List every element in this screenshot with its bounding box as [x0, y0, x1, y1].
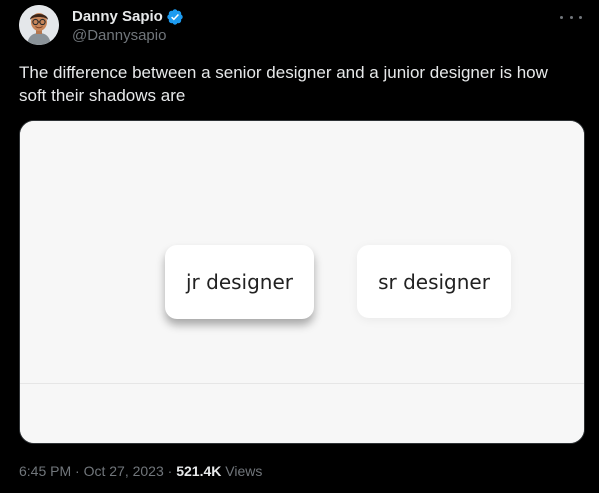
tweet-time[interactable]: 6:45 PM: [19, 463, 71, 479]
tweet-header: Danny Sapio @Dannysapio: [19, 5, 585, 49]
jr-designer-label: jr designer: [185, 270, 293, 294]
media-divider: [20, 383, 584, 384]
jr-designer-card: jr designer: [165, 245, 314, 319]
name-row: Danny Sapio: [72, 8, 184, 26]
views-count: 521.4K: [176, 463, 222, 479]
meta-separator: ·: [71, 463, 84, 479]
sr-designer-card: sr designer: [357, 245, 511, 318]
avatar-illustration: [19, 5, 59, 45]
author-display-name[interactable]: Danny Sapio: [72, 8, 163, 26]
tweet-text: The difference between a senior designer…: [19, 63, 548, 105]
sr-designer-label: sr designer: [378, 269, 490, 294]
author-handle[interactable]: @Dannysapio: [72, 27, 166, 45]
meta-separator: ·: [163, 463, 177, 479]
media-canvas: jr designer sr designer: [20, 121, 584, 443]
more-dot: [579, 15, 582, 19]
more-dot: [569, 15, 573, 19]
avatar[interactable]: [19, 5, 59, 45]
views-label: Views: [221, 463, 263, 479]
more-icon[interactable]: [560, 8, 582, 26]
verified-badge-icon: [167, 9, 183, 25]
tweet-date[interactable]: Oct 27, 2023: [84, 463, 164, 479]
tweet-meta: 6:45 PM · Oct 27, 2023 · 521.4K Views: [19, 462, 262, 480]
tweet-media[interactable]: jr designer sr designer: [19, 120, 585, 444]
more-dot: [560, 15, 563, 19]
